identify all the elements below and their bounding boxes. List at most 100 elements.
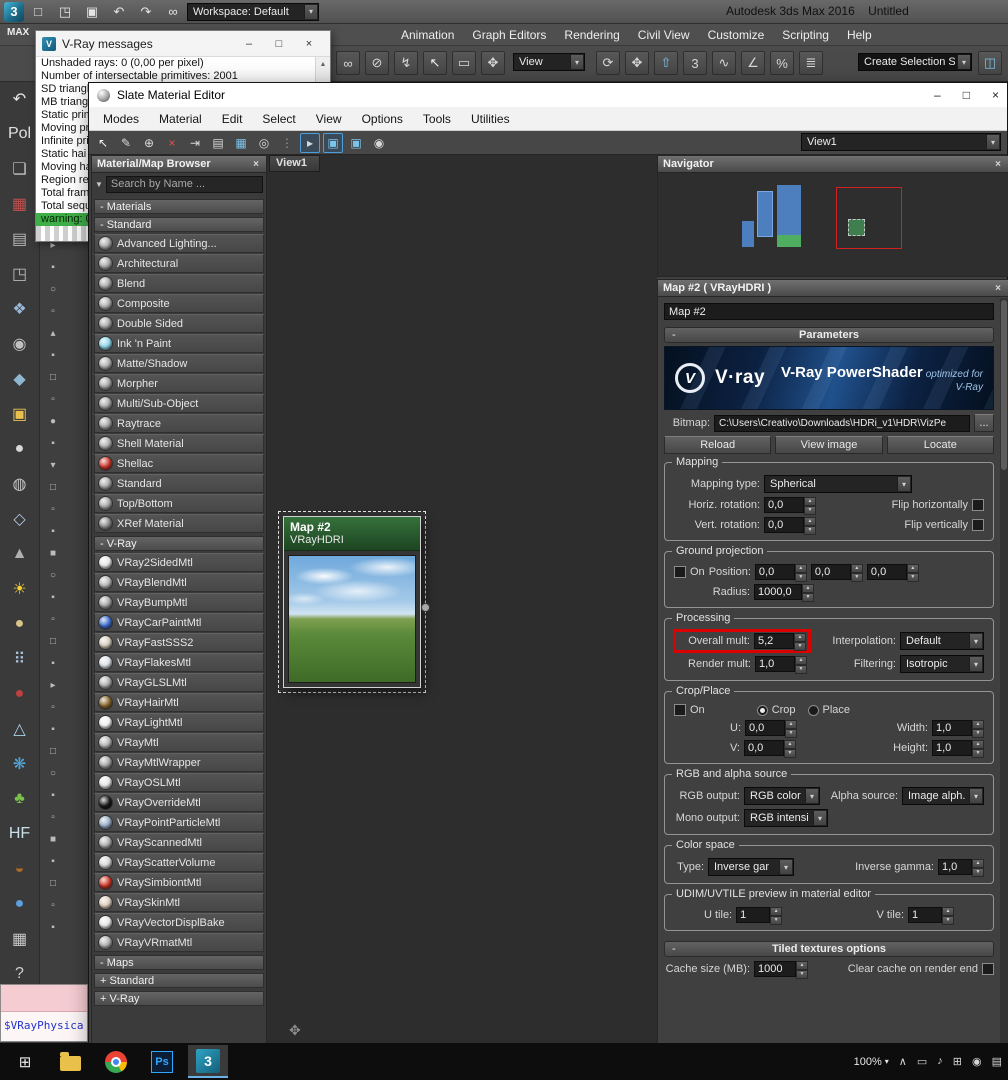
left-toolbar-icon[interactable]: ▣ — [6, 401, 34, 427]
spinner-down-icon[interactable]: ▼ — [804, 506, 816, 515]
slate-toolbar-icon[interactable]: ▤ — [208, 133, 228, 153]
crop-v-value[interactable]: 0,0 — [744, 740, 784, 756]
listener-macro-pane[interactable] — [1, 985, 87, 1012]
crop-u-value[interactable]: 0,0 — [745, 720, 785, 736]
spinner-up-icon[interactable]: ▲ — [796, 961, 808, 970]
left-secondary-icon[interactable]: ▪ — [45, 260, 61, 275]
left-secondary-icon[interactable]: ▪ — [45, 656, 61, 671]
slate-menu-item[interactable]: View — [306, 112, 352, 126]
left-toolbar-icon[interactable]: ↶ — [6, 86, 34, 112]
photoshop-taskbar-button[interactable]: Ps — [142, 1045, 182, 1078]
menu-item[interactable]: Scripting — [773, 24, 838, 46]
crop-height-spinner[interactable]: 1,0 ▲ ▼ — [932, 740, 984, 758]
close-icon[interactable]: × — [993, 283, 1003, 294]
material-item[interactable]: Double Sided — [94, 314, 264, 333]
left-toolbar-icon[interactable]: Pol — [6, 121, 34, 147]
left-secondary-icon[interactable]: ▪ — [45, 788, 61, 803]
scrollbar-thumb[interactable] — [1001, 300, 1007, 470]
position-y-value[interactable]: 0,0 — [810, 564, 851, 580]
material-item[interactable]: VRayCarPaintMtl — [94, 613, 264, 632]
maps-subsection[interactable]: + V-Ray — [94, 991, 264, 1006]
left-secondary-icon[interactable]: ▫ — [45, 392, 61, 407]
left-toolbar-icon[interactable]: ▦ — [6, 926, 34, 952]
chevron-down-icon[interactable]: ▾ — [986, 135, 999, 149]
u-tile-spinner[interactable]: 1 ▲ ▼ — [736, 907, 783, 925]
render-mult-value[interactable]: 1,0 — [755, 656, 795, 672]
left-secondary-icon[interactable]: ▪ — [45, 854, 61, 869]
left-toolbar-icon[interactable]: ◍ — [6, 471, 34, 497]
interpolation-select[interactable]: Default ▾ — [900, 632, 984, 650]
chevron-down-icon[interactable]: ▾ — [969, 634, 982, 648]
material-item[interactable]: VRay2SidedMtl — [94, 553, 264, 572]
left-secondary-icon[interactable]: ● — [45, 414, 61, 429]
left-secondary-icon[interactable]: ○ — [45, 568, 61, 583]
slate-menu-item[interactable]: Edit — [212, 112, 253, 126]
maxscript-mini-listener[interactable]: $VRayPhysica — [0, 984, 88, 1042]
mono-output-select[interactable]: RGB intensi ▾ — [744, 809, 828, 827]
slate-menu-item[interactable]: Utilities — [461, 112, 520, 126]
spinner-down-icon[interactable]: ▼ — [804, 526, 816, 535]
cache-size-spinner[interactable]: 1000 ▲ ▼ — [754, 961, 808, 979]
spinner-up-icon[interactable]: ▲ — [784, 740, 796, 749]
ground-on-checkbox[interactable] — [674, 566, 686, 578]
left-secondary-icon[interactable]: ▫ — [45, 700, 61, 715]
tray-icon[interactable]: ▤ — [992, 1055, 1002, 1068]
material-item[interactable]: VRayMtl — [94, 733, 264, 752]
left-secondary-icon[interactable]: ▴ — [45, 326, 61, 341]
slate-toolbar-icon[interactable]: ✎ — [116, 133, 136, 153]
slate-titlebar[interactable]: Slate Material Editor – □ × — [89, 83, 1007, 107]
menu-item[interactable]: Animation — [392, 24, 463, 46]
crop-width-spinner[interactable]: 1,0 ▲ ▼ — [932, 720, 984, 738]
start-button[interactable]: ⊞ — [6, 1045, 44, 1078]
vert-rotation-value[interactable]: 0,0 — [764, 517, 804, 533]
material-item[interactable]: VRayPointParticleMtl — [94, 813, 264, 832]
spinner-up-icon[interactable]: ▲ — [770, 907, 783, 916]
left-toolbar-icon[interactable]: ▤ — [6, 226, 34, 252]
close-icon[interactable]: × — [294, 38, 324, 50]
spinner-up-icon[interactable]: ▲ — [972, 720, 984, 729]
left-secondary-icon[interactable]: ▪ — [45, 920, 61, 935]
bitmap-path-field[interactable]: C:\Users\Creativo\Downloads\HDRi_v1\HDR\… — [714, 414, 970, 432]
spinner-down-icon[interactable]: ▼ — [770, 916, 783, 925]
chevron-down-icon[interactable]: ▾ — [813, 811, 826, 825]
close-icon[interactable]: × — [251, 159, 261, 170]
slate-toolbar-icon[interactable]: ↖ — [93, 133, 113, 153]
material-item[interactable]: VRayScatterVolume — [94, 853, 264, 872]
left-toolbar-icon[interactable]: ♣ — [6, 786, 34, 812]
chevron-down-icon[interactable]: ▾ — [969, 657, 982, 671]
view-image-button[interactable]: View image — [775, 436, 883, 454]
crop-radio[interactable] — [756, 704, 768, 716]
inverse-gamma-value[interactable]: 1,0 — [938, 859, 972, 875]
node-view-area[interactable]: View1 Map #2 VRayHDRI ✥ — [267, 155, 657, 1079]
spinner-down-icon[interactable]: ▼ — [942, 916, 954, 925]
left-toolbar-icon[interactable]: ▲ — [6, 541, 34, 567]
toolbar-icon[interactable]: ⊘ — [365, 51, 389, 75]
quick-access-icon[interactable]: ◳ — [54, 2, 76, 22]
left-secondary-icon[interactable]: □ — [45, 634, 61, 649]
search-filter-icon[interactable]: ▼ — [95, 180, 103, 189]
material-item[interactable]: VRayFastSSS2 — [94, 633, 264, 652]
slate-menu-item[interactable]: Tools — [413, 112, 461, 126]
maps-subsection[interactable]: + Standard — [94, 973, 264, 988]
left-secondary-icon[interactable]: ▫ — [45, 898, 61, 913]
toolbar-icon[interactable]: ⟳ — [596, 51, 620, 75]
left-toolbar-icon[interactable]: ● — [6, 611, 34, 637]
workspace-select[interactable]: Workspace: Default ▾ — [187, 2, 319, 21]
quick-access-icon[interactable]: ↷ — [135, 2, 157, 22]
horiz-rotation-value[interactable]: 0,0 — [764, 497, 804, 513]
u-tile-value[interactable]: 1 — [736, 907, 771, 923]
tray-icon[interactable]: ⊞ — [953, 1055, 962, 1068]
section-materials[interactable]: - Materials — [94, 199, 264, 214]
toolbar-icon[interactable]: ◫ — [978, 51, 1002, 75]
chevron-down-icon[interactable]: ▾ — [805, 789, 818, 803]
slate-menu-item[interactable]: Modes — [93, 112, 149, 126]
spinner-up-icon[interactable]: ▲ — [794, 633, 806, 642]
3dsmax-logo-icon[interactable]: 3 — [4, 1, 24, 22]
navigator-header[interactable]: Navigator × — [658, 156, 1008, 173]
reload-button[interactable]: Reload — [664, 436, 772, 454]
map-name-field[interactable]: Map #2 — [664, 303, 994, 320]
locate-button[interactable]: Locate — [886, 436, 994, 454]
cache-size-value[interactable]: 1000 — [754, 961, 796, 977]
toolbar-icon[interactable]: ✥ — [481, 51, 505, 75]
reference-coordinate-select[interactable]: View ▾ — [513, 53, 585, 71]
